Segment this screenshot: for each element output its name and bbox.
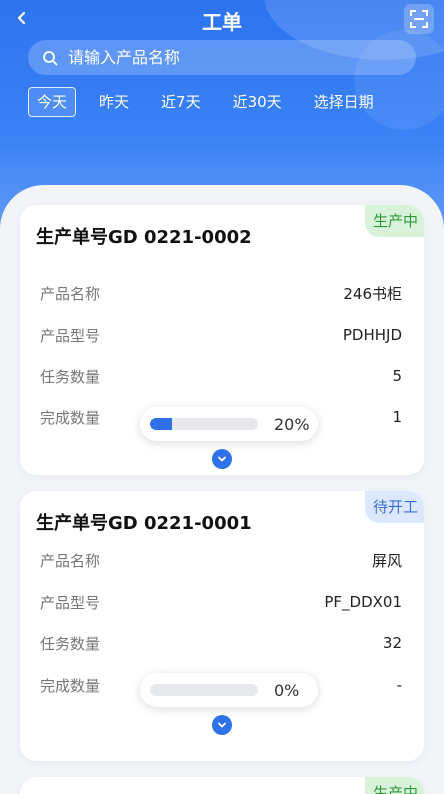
tab-last-30-days[interactable]: 近30天 — [224, 87, 291, 117]
search-box[interactable] — [28, 40, 416, 75]
progress-track — [150, 684, 258, 696]
chevron-down-icon — [218, 456, 226, 462]
content-panel: 生产单号GD 0221-0002 生产中 产品名称 246书柜 产品型号 PDH… — [0, 185, 444, 794]
expand-button[interactable] — [212, 715, 232, 735]
field-label: 任务数量 — [40, 634, 101, 653]
progress-percent: 20% — [274, 414, 310, 434]
field-label: 完成数量 — [40, 676, 101, 695]
field-value: 5 — [392, 367, 402, 385]
tab-today[interactable]: 今天 — [28, 87, 77, 117]
field-value: PF_DDX01 — [324, 593, 402, 611]
scan-icon — [410, 10, 428, 28]
order-number: 生产单号GD 0221-0002 — [36, 227, 252, 248]
top-bar: 工单 — [0, 0, 444, 38]
field-label: 任务数量 — [40, 367, 101, 386]
date-filter-tabs: 今天 昨天 近7天 近30天 选择日期 — [28, 86, 397, 118]
field-task-quantity: 任务数量 32 — [40, 631, 402, 655]
page-title: 工单 — [202, 10, 242, 34]
field-value: PDHHJD — [342, 326, 402, 344]
field-product-model: 产品型号 PF_DDX01 — [40, 590, 402, 614]
chevron-down-icon — [218, 722, 226, 728]
progress-percent: 0% — [274, 680, 300, 700]
status-badge: 生产中 — [364, 205, 424, 237]
tab-yesterday[interactable]: 昨天 — [90, 87, 138, 117]
status-badge: 待开工 — [364, 491, 424, 523]
work-order-card[interactable]: 生产单号GD 0221-0001 待开工 产品名称 屏风 产品型号 PF_DDX… — [20, 491, 424, 761]
progress-fill — [150, 418, 172, 430]
field-value: 屏风 — [371, 551, 402, 570]
scan-button[interactable] — [404, 4, 434, 34]
tab-last-7-days[interactable]: 近7天 — [152, 87, 210, 117]
field-label: 产品名称 — [40, 284, 101, 303]
field-product-model: 产品型号 PDHHJD — [40, 323, 402, 347]
field-label: 产品型号 — [40, 326, 101, 345]
field-task-quantity: 任务数量 5 — [40, 364, 402, 388]
field-label: 产品型号 — [40, 593, 101, 612]
field-value: 1 — [392, 408, 402, 426]
field-label: 完成数量 — [40, 408, 101, 427]
field-value: 32 — [382, 634, 402, 652]
progress-indicator: 0% — [140, 673, 318, 707]
search-input[interactable] — [68, 48, 388, 67]
order-number: 生产单号GD 0221-0001 — [36, 513, 252, 534]
field-label: 产品名称 — [40, 551, 101, 570]
field-product-name: 产品名称 屏风 — [40, 548, 402, 572]
progress-indicator: 20% — [140, 407, 318, 441]
expand-button[interactable] — [212, 449, 232, 469]
tab-select-date[interactable]: 选择日期 — [305, 87, 383, 117]
search-icon — [43, 50, 58, 65]
work-order-card[interactable]: 生产单号GD 0221-0002 生产中 产品名称 246书柜 产品型号 PDH… — [20, 205, 424, 475]
status-badge: 生产中 — [364, 777, 424, 794]
work-order-card[interactable]: 生产中 — [20, 777, 424, 794]
field-value: 246书柜 — [343, 284, 402, 303]
field-product-name: 产品名称 246书柜 — [40, 281, 402, 305]
field-value: - — [396, 676, 402, 694]
progress-track — [150, 418, 258, 430]
